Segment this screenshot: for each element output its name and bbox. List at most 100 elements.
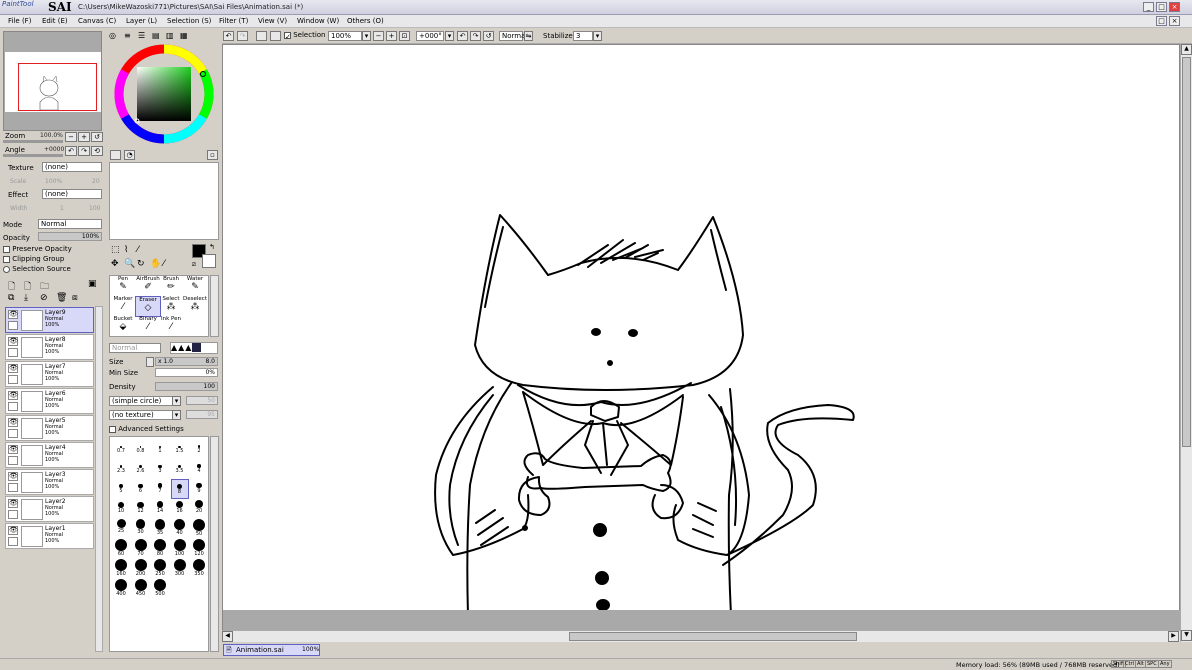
brush-size-preset[interactable]: 8 xyxy=(170,479,189,499)
menu-filter[interactable]: Filter (T) xyxy=(219,17,248,25)
size-lock-button[interactable] xyxy=(146,357,154,367)
layer-item[interactable]: 👁 Layer1 Normal 100% xyxy=(5,523,94,549)
brush-edge-selector[interactable]: ▲▲▲■ xyxy=(170,342,218,354)
lock-icon[interactable] xyxy=(8,429,18,438)
brush-size-preset[interactable]: 0.7 xyxy=(112,439,130,459)
marker-tool[interactable]: Marker ⁄ xyxy=(110,296,136,317)
toolbar-zoom-reset-button[interactable]: ⊡ xyxy=(399,31,410,41)
layer-item[interactable]: 👁 Layer3 Normal 100% xyxy=(5,469,94,495)
layer-item[interactable]: 👁 Layer4 Normal 100% xyxy=(5,442,94,468)
invert-selection-button[interactable] xyxy=(270,31,281,41)
zoom-out-button[interactable]: − xyxy=(65,132,77,142)
brush-size-preset[interactable]: 20 xyxy=(190,499,208,519)
menu-canvas[interactable]: Canvas (C) xyxy=(78,17,116,25)
blend-mode-select[interactable]: Normal xyxy=(38,219,102,229)
deselect-button[interactable] xyxy=(256,31,267,41)
brush-size-preset[interactable]: 50 xyxy=(190,519,208,539)
menu-layer[interactable]: Layer (L) xyxy=(126,17,157,25)
rotate-left-button[interactable]: ↶ xyxy=(65,146,77,156)
hand-icon[interactable]: ✋ xyxy=(150,259,161,269)
flip-button[interactable]: ⇋ xyxy=(524,31,533,41)
visibility-eye-icon[interactable]: 👁 xyxy=(8,418,18,427)
brush-size-preset[interactable]: 40 xyxy=(171,519,189,539)
scratchpad-area[interactable] xyxy=(109,162,219,240)
layer-item[interactable]: 👁 Layer7 Normal 100% xyxy=(5,361,94,387)
scratchpad-icon[interactable]: ▦ xyxy=(180,31,188,40)
layer-list-scrollbar[interactable] xyxy=(95,306,103,652)
lock-icon[interactable] xyxy=(8,510,18,519)
toolbar-rotate-right-button[interactable]: ↷ xyxy=(470,31,481,41)
swatches-icon[interactable]: ▥ xyxy=(166,31,174,40)
color-bar-icon[interactable]: ▤ xyxy=(152,31,160,40)
preserve-opacity-checkbox[interactable] xyxy=(3,245,10,253)
toolbar-rotate-reset-button[interactable]: ↺ xyxy=(483,31,494,41)
brush-size-preset[interactable]: 4 xyxy=(190,459,208,479)
maximize-button[interactable]: □ xyxy=(1156,2,1167,12)
transparent-color-icon[interactable]: ⧄ xyxy=(192,261,196,269)
min-size-slider[interactable]: 0% xyxy=(155,368,218,377)
brush-size-preset[interactable]: 9 xyxy=(190,479,208,499)
menu-edit[interactable]: Edit (E) xyxy=(42,17,68,25)
rotate-tool-icon[interactable]: ↻ xyxy=(137,259,145,269)
menu-file[interactable]: File (F) xyxy=(8,17,31,25)
merge-down-icon[interactable]: ⤓ xyxy=(24,293,28,303)
toolbar-zoom-out-button[interactable]: − xyxy=(373,31,384,41)
brush-size-preset[interactable]: 350 xyxy=(190,559,208,579)
color-wheel[interactable] xyxy=(112,42,216,146)
brush-blend-mode[interactable]: Normal xyxy=(109,343,161,353)
layer-item[interactable]: 👁 Layer2 Normal 100% xyxy=(5,496,94,522)
rotate-reset-button[interactable]: ⟲ xyxy=(91,146,103,156)
brush-size-preset[interactable]: 400 xyxy=(112,579,130,599)
brush-size-preset[interactable]: 1 xyxy=(151,439,169,459)
advanced-settings-option[interactable]: Advanced Settings xyxy=(109,425,184,433)
density-slider[interactable]: 100 xyxy=(155,382,218,391)
copy-layer-icon[interactable]: ⧉ xyxy=(8,293,14,303)
brush-size-preset[interactable]: 3.5 xyxy=(171,459,189,479)
horizontal-scroll-thumb[interactable] xyxy=(569,632,857,641)
scroll-left-button[interactable]: ◀ xyxy=(222,631,233,642)
selection-source-option[interactable]: Selection Source xyxy=(3,265,71,273)
brush-size-preset[interactable]: 60 xyxy=(112,539,130,559)
scratchpad-menu-button[interactable]: ▫ xyxy=(207,150,218,160)
visibility-eye-icon[interactable]: 👁 xyxy=(8,499,18,508)
brush-size-preset[interactable]: 5 xyxy=(112,479,130,499)
selection-source-radio[interactable] xyxy=(3,265,10,273)
brush-size-preset[interactable]: 160 xyxy=(112,559,130,579)
minimize-button[interactable]: _ xyxy=(1143,2,1154,12)
brush-size-preset[interactable]: 120 xyxy=(190,539,208,559)
brush-size-preset[interactable]: 250 xyxy=(151,559,169,579)
brush-size-preset[interactable]: 0.8 xyxy=(132,439,150,459)
zoom-reset-button[interactable]: ↺ xyxy=(91,132,103,142)
scroll-down-button[interactable]: ▼ xyxy=(1181,630,1192,641)
pen-tool[interactable]: Pen ✎ xyxy=(110,276,136,297)
opacity-slider[interactable]: 100% xyxy=(38,232,102,241)
brush-size-preset[interactable]: 12 xyxy=(132,499,150,519)
brush-size-preset[interactable]: 70 xyxy=(132,539,150,559)
lock-icon[interactable] xyxy=(8,483,18,492)
doc-close-button[interactable]: × xyxy=(1169,16,1180,26)
menu-selection[interactable]: Selection (S) xyxy=(167,17,211,25)
color-wheel-mode-icon[interactable]: ◎ xyxy=(109,31,116,40)
brush-size-preset[interactable]: 30 xyxy=(132,519,150,539)
brush-size-preset[interactable]: 25 xyxy=(112,519,130,539)
brush-size-preset[interactable]: 2.6 xyxy=(132,459,150,479)
brush-size-preset[interactable]: 6 xyxy=(132,479,150,499)
layer-item[interactable]: 👁 Layer5 Normal 100% xyxy=(5,415,94,441)
brush-size-preset[interactable]: 14 xyxy=(151,499,169,519)
ink-pen-tool[interactable]: Ink Pen ⁄ xyxy=(158,316,184,337)
merge-icon[interactable]: ⧈ xyxy=(72,293,78,303)
layer-item[interactable]: 👁 Layer8 Normal 100% xyxy=(5,334,94,360)
brush-size-preset[interactable]: 500 xyxy=(151,579,169,599)
layer-item[interactable]: 👁 Layer9 Normal 100% xyxy=(5,307,94,333)
brush-texture-select[interactable]: (no texture) xyxy=(109,410,179,420)
advanced-settings-checkbox[interactable] xyxy=(109,425,116,433)
scroll-up-button[interactable]: ▲ xyxy=(1181,44,1192,55)
visibility-eye-icon[interactable]: 👁 xyxy=(8,337,18,346)
brush-shape-strength[interactable]: 50 xyxy=(186,396,218,405)
color-history-button[interactable] xyxy=(110,150,121,160)
brush-size-preset[interactable]: 200 xyxy=(132,559,150,579)
angle-dropdown[interactable]: ▾ xyxy=(445,31,454,41)
brush-shape-dropdown[interactable]: ▾ xyxy=(172,396,181,406)
brush-size-preset[interactable]: 100 xyxy=(171,539,189,559)
zoom-dropdown[interactable]: ▾ xyxy=(362,31,371,41)
